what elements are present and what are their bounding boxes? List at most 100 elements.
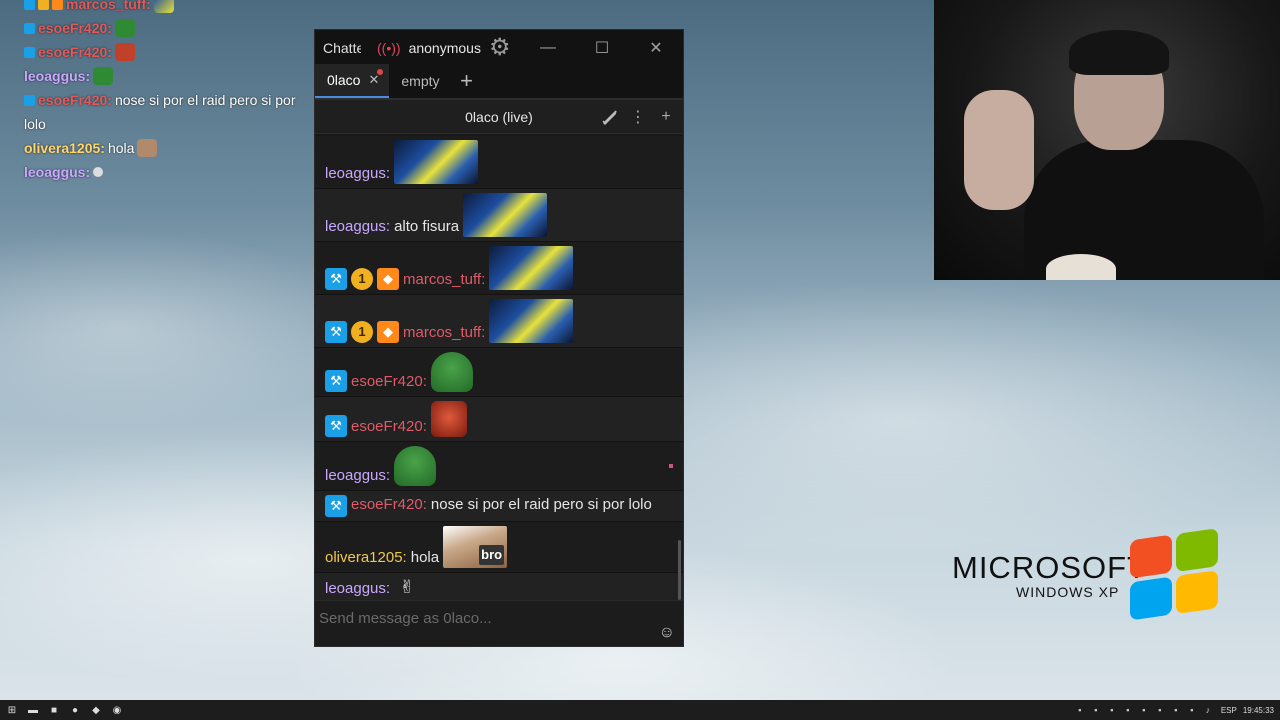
mod-badge-icon[interactable]: ⚒ [325,321,347,343]
angry-emote-icon[interactable] [430,401,467,437]
gift-badge-icon[interactable]: ◆ [377,268,399,290]
mod-badge-icon[interactable]: ⚒ [325,415,347,437]
tray-app-icon[interactable]: ▪ [1153,704,1167,716]
cat-emote-icon [137,139,158,157]
tab-0laco[interactable]: 0laco ✕ [315,64,390,98]
mod-badge-icon[interactable]: ⚒ [325,268,347,290]
chat-window: Chatterino ((•)) anonymous ⚙ — ☐ ✕ 0laco… [314,29,684,647]
tab-bar: 0laco ✕ empty + [315,64,683,100]
add-split-icon[interactable]: + [655,106,677,128]
message-text: alto fisura [394,218,460,235]
sponge-emote-icon [153,0,174,13]
tray-app-icon[interactable]: ▪ [1121,704,1135,716]
tray-app-icon[interactable]: ▪ [1137,704,1151,716]
xp-logo-line2: WINDOWS XP [1016,584,1120,600]
language-indicator[interactable]: ESP [1221,706,1237,715]
tray-app-icon[interactable]: ▪ [1105,704,1119,716]
start-icon[interactable]: ⊞ [3,703,21,717]
streamer-hand [964,90,1034,210]
sponge-emote-icon[interactable] [489,299,574,343]
pepe-emote-icon[interactable] [430,352,473,392]
overlay-message-text: hola [107,140,135,156]
tray-app-icon[interactable]: ▪ [1073,704,1087,716]
tray-app-icon[interactable]: ▪ [1185,704,1199,716]
pepe-emote-icon [93,67,114,85]
mod-badge-icon[interactable]: ⚒ [325,495,347,517]
username[interactable]: olivera1205: [325,548,407,568]
hands-emote-icon[interactable]: ✌ [394,577,420,599]
username[interactable]: esoeFr420: [351,372,427,392]
message-list[interactable]: leoaggus: leoaggus: alto fisura ⚒ 1 ◆ marcos_t… [315,136,683,602]
chat-message: leoaggus: alto fisura [315,189,683,242]
overlay-chat-line: leoaggus: [24,64,324,88]
volume-icon[interactable]: ♪ [1201,704,1215,716]
gift-badge-icon [52,0,63,10]
browser-icon[interactable]: ◆ [87,703,105,717]
overlay-username: marcos_tuff: [66,0,151,12]
tab-label: empty [401,73,440,89]
system-tray: ▪ ▪ ▪ ▪ ▪ ▪ ▪ ▪ ♪ ESP 19:45:33 [1073,704,1280,716]
tray-app-icon[interactable]: ▪ [1169,704,1183,716]
overlay-username: esoeFr420: [38,20,112,36]
chat-message: ⚒ 1 ◆ marcos_tuff: [315,295,683,348]
overlay-username: leoaggus: [24,164,91,180]
username[interactable]: leoaggus: [325,217,390,237]
message-text: hola [410,549,440,566]
more-icon[interactable]: ⋮ [627,106,649,128]
pepe-emote-icon[interactable] [394,446,437,486]
sponge-emote-icon[interactable] [394,140,479,184]
overlay-username: leoaggus: [24,68,91,84]
windows-flag-icon [1130,528,1222,625]
angry-emote-icon [114,43,135,61]
split-header: 0laco (live) ⋮ + [315,100,683,134]
windows-xp-logo: MICROSOFT WINDOWS XP [952,528,1242,621]
sponge-emote-icon[interactable] [463,193,548,237]
minimize-button[interactable]: — [521,30,575,66]
emoji-icon[interactable]: ☺ [659,624,675,642]
overlay-username: esoeFr420: [38,92,112,108]
discord-icon[interactable]: ● [66,703,84,717]
add-tab-button[interactable]: + [450,64,484,98]
username[interactable]: leoaggus: [325,579,390,599]
message-input[interactable] [319,607,649,629]
chat-message: ⚒ 1 ◆ marcos_tuff: [315,242,683,295]
chat-message: olivera1205: hola bro [315,522,683,573]
gift-badge-icon[interactable]: ◆ [377,321,399,343]
username[interactable]: esoeFr420: [351,495,427,515]
overlay-username: esoeFr420: [38,44,112,60]
folder-icon[interactable]: ▬ [24,703,42,717]
cat-emote-icon[interactable]: bro [443,526,508,568]
username[interactable]: leoaggus: [325,164,390,184]
pepe-emote-icon [114,19,135,37]
explorer-icon[interactable]: ■ [45,703,63,717]
sub-badge-icon[interactable]: 1 [351,268,373,290]
tray-app-icon[interactable]: ▪ [1089,704,1103,716]
overlay-message-text: nose si por el raid pero si por [114,92,296,108]
emote-caption: bro [479,545,505,565]
chatterino-icon[interactable]: ◉ [108,703,126,717]
overlay-message-text: lolo [24,116,46,132]
gear-icon[interactable]: ⚙ [489,36,511,60]
chat-message: leoaggus: ✌ [315,573,683,602]
app-title: Chatterino [323,40,361,56]
cup [1046,254,1116,280]
stream-chat-overlay: marcos_tuff: esoeFr420: esoeFr420: leoaggus… [24,0,324,184]
maximize-button[interactable]: ☐ [575,30,629,66]
mod-badge-icon[interactable]: ⚒ [325,370,347,392]
overlay-chat-line: leoaggus: [24,160,324,184]
clock[interactable]: 19:45:33 [1243,706,1274,715]
scrollbar[interactable] [678,540,681,600]
mod-badge-icon [24,46,35,58]
close-button[interactable]: ✕ [629,30,683,66]
account-switcher[interactable]: anonymous [409,40,481,56]
sword-icon[interactable] [599,106,621,128]
sub-badge-icon[interactable]: 1 [351,321,373,343]
username[interactable]: esoeFr420: [351,417,427,437]
overlay-chat-line: esoeFr420: [24,40,324,64]
tab-empty[interactable]: empty [389,64,449,98]
sponge-emote-icon[interactable] [489,246,574,290]
username[interactable]: leoaggus: [325,466,390,486]
broadcast-icon[interactable]: ((•)) [377,40,401,56]
username[interactable]: marcos_tuff: [403,270,485,290]
username[interactable]: marcos_tuff: [403,323,485,343]
